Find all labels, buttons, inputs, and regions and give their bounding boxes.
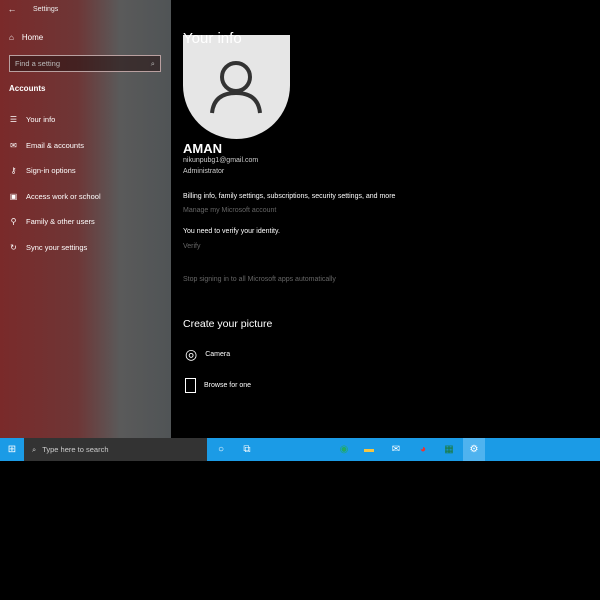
windows-start-icon[interactable]: ⊞ xyxy=(1,438,23,461)
sidebar-item-your-info[interactable]: ☰ Your info xyxy=(9,115,55,124)
camera-label: Camera xyxy=(205,351,231,358)
sidebar-item-label: Access work or school xyxy=(26,192,101,201)
sidebar-item-label: Family & other users xyxy=(26,217,95,226)
billing-text: Billing info, family settings, subscript… xyxy=(183,193,396,200)
browse-option[interactable]: Browse for one xyxy=(185,378,251,393)
find-setting-input[interactable]: Find a setting ⌕ xyxy=(9,55,161,72)
section-heading: Create your picture xyxy=(183,318,273,330)
taskbar: ⌕ Type here to search xyxy=(0,438,600,461)
sidebar-item-label: Sync your settings xyxy=(26,243,88,252)
sync-icon: ↻ xyxy=(10,243,17,252)
sidebar-item-family[interactable]: ⚲ Family & other users xyxy=(9,217,95,226)
home-label: Home xyxy=(21,33,44,42)
mail-icon[interactable]: ✉ xyxy=(385,438,407,461)
person-add-icon: ⚲ xyxy=(10,217,17,226)
stop-signing-link[interactable]: Stop signing in to all Microsoft apps au… xyxy=(183,276,336,283)
back-button[interactable]: ← xyxy=(0,4,24,14)
search-icon: ⌕ xyxy=(150,59,155,68)
camera-option[interactable]: ◎ Camera xyxy=(185,346,230,363)
cortana-icon[interactable]: ○ xyxy=(210,438,232,461)
search-icon: ⌕ xyxy=(32,444,37,454)
person-icon xyxy=(210,61,262,114)
sidebar-item-work[interactable]: ▣ Access work or school xyxy=(9,192,101,201)
avatar xyxy=(183,35,290,139)
sheets-icon[interactable]: ▦ xyxy=(438,438,460,461)
mail-icon: ✉ xyxy=(10,141,17,150)
user-email: nikunpubg1@gmail.com xyxy=(183,157,259,164)
verify-link[interactable]: Verify xyxy=(183,243,201,250)
taskbar-search[interactable]: ⌕ Type here to search xyxy=(24,438,207,461)
user-role: Administrator xyxy=(183,168,225,175)
user-name: AMAN xyxy=(183,141,222,156)
sidebar-item-label: Your info xyxy=(26,115,56,124)
settings-sidebar: ← Settings ⌂ Home Find a setting ⌕ Account… xyxy=(0,0,171,438)
sidebar-item-label: Sign-in options xyxy=(26,166,76,175)
file-icon xyxy=(185,378,196,393)
title-bar: ← Settings xyxy=(0,0,171,18)
search-placeholder: Find a setting xyxy=(15,59,61,68)
settings-icon[interactable]: ⚙ xyxy=(463,438,485,461)
briefcase-icon: ▣ xyxy=(9,192,18,201)
camera-icon: ◎ xyxy=(185,346,198,362)
verify-text: You need to verify your identity. xyxy=(183,228,280,235)
key-icon: ⚷ xyxy=(10,166,17,175)
page-title: Your info xyxy=(183,30,242,47)
person-card-icon: ☰ xyxy=(9,115,18,124)
edge-icon[interactable]: ◉ xyxy=(333,438,355,461)
sidebar-item-label: Email & accounts xyxy=(26,141,84,150)
section-heading: Accounts xyxy=(9,84,46,93)
file-explorer-icon[interactable]: ▬ xyxy=(358,438,380,461)
manage-account-link[interactable]: Manage my Microsoft account xyxy=(183,207,276,214)
chrome-icon[interactable]: ◕ xyxy=(412,438,434,461)
main-panel: Your info AMAN nikunpubg1@gmail.com Admi… xyxy=(171,0,600,438)
home-icon: ⌂ xyxy=(9,33,14,42)
window-title: Settings xyxy=(33,5,59,13)
sidebar-home[interactable]: ⌂ Home xyxy=(9,33,43,42)
task-view-icon[interactable]: ⧉ xyxy=(236,438,258,461)
sidebar-item-sync[interactable]: ↻ Sync your settings xyxy=(9,243,87,252)
sidebar-item-email[interactable]: ✉ Email & accounts xyxy=(9,141,84,150)
sidebar-item-sign-in[interactable]: ⚷ Sign-in options xyxy=(9,166,76,175)
browse-label: Browse for one xyxy=(204,382,252,389)
taskbar-search-placeholder: Type here to search xyxy=(42,445,109,454)
